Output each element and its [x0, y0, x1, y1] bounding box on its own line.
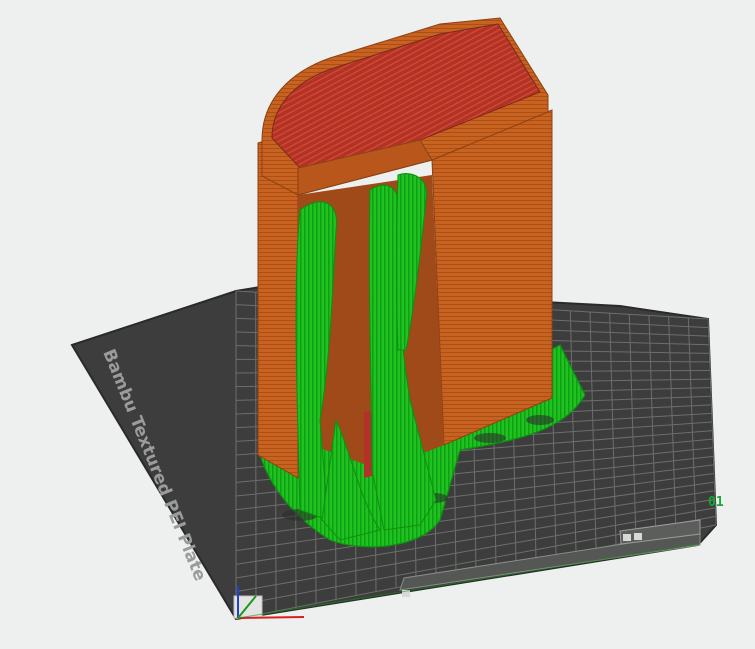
plate-lock-icon[interactable] [623, 534, 631, 541]
plate-number[interactable]: 01 [708, 495, 724, 510]
model-right-wall [431, 109, 553, 446]
plate-settings-icon[interactable] [634, 533, 642, 540]
scene[interactable]: Bambu Textured PEI Plate 01 [0, 0, 755, 649]
3d-viewport[interactable]: Bambu Textured PEI Plate 01 [0, 0, 755, 649]
